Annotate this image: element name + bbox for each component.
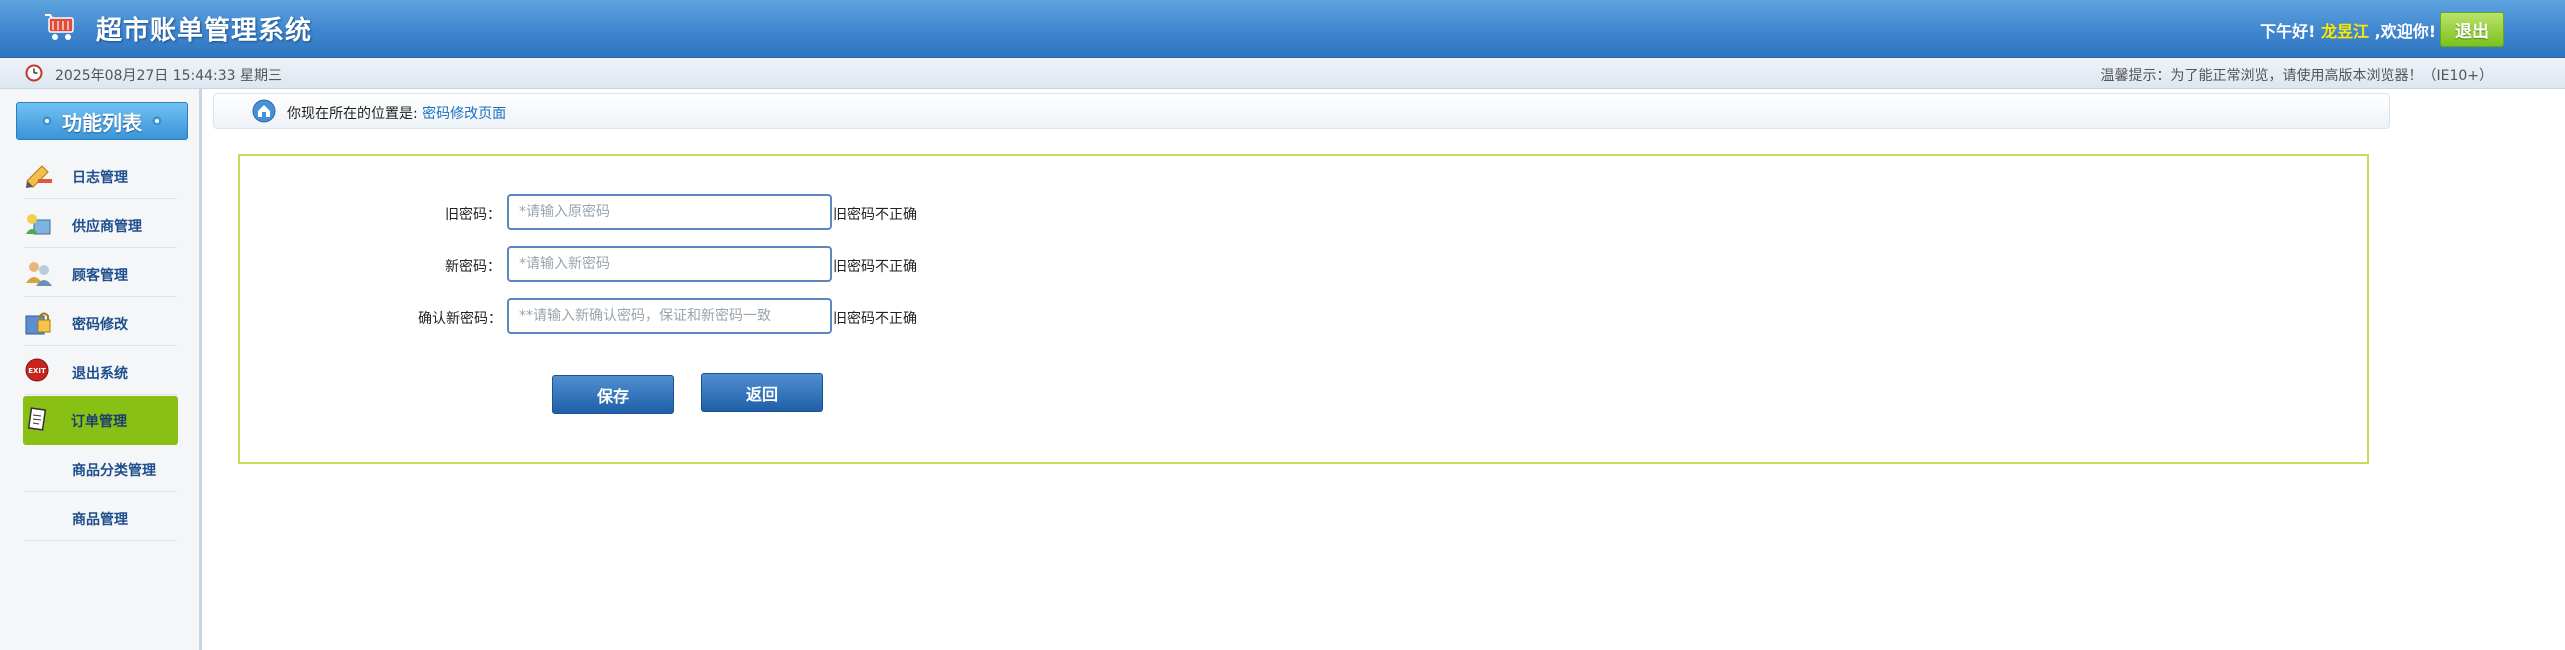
browser-tip: 温馨提示：为了能正常浏览，请使用高版本浏览器！（IE10+） xyxy=(2100,68,2493,84)
new-password-label: 新密码： xyxy=(445,259,501,275)
greeting: 下午好! 龙昱江 ,欢迎你! xyxy=(2260,18,2436,42)
new-password-error: 旧密码不正确 xyxy=(833,259,917,275)
sidebar-item-products[interactable]: 商品管理 xyxy=(24,494,177,541)
datetime-text: 2025年08月27日 15:44:33 星期三 xyxy=(55,68,283,84)
breadcrumb: 你现在所在的位置是: 密码修改页面 xyxy=(213,93,2390,129)
sidebar-item-categories[interactable]: 商品分类管理 xyxy=(24,445,177,492)
clock-icon xyxy=(25,64,43,82)
sidebar-item-label: 顾客管理 xyxy=(72,268,128,284)
sidebar-item-customers[interactable]: 顾客管理 xyxy=(24,250,177,297)
old-password-input[interactable] xyxy=(507,194,832,230)
sidebar-title-label: 功能列表 xyxy=(62,110,142,135)
sidebar-item-logs[interactable]: 日志管理 xyxy=(24,152,177,199)
password-form: 旧密码： 旧密码不正确 新密码： 旧密码不正确 确认新密码： 旧密码不正确 保存… xyxy=(238,154,2369,464)
back-button[interactable]: 返回 xyxy=(701,373,823,412)
new-password-input[interactable] xyxy=(507,246,832,282)
svg-text:EXIT: EXIT xyxy=(28,367,46,375)
password-icon xyxy=(25,312,51,335)
breadcrumb-prefix: 你现在所在的位置是: xyxy=(287,106,423,122)
sidebar-item-label: 密码修改 xyxy=(72,317,128,333)
top-header: 超市账单管理系统 下午好! 龙昱江 ,欢迎你! 退出 xyxy=(0,0,2565,58)
logout-button[interactable]: 退出 xyxy=(2440,12,2504,47)
supplier-icon xyxy=(26,214,51,235)
status-bar: 2025年08月27日 15:44:33 星期三 温馨提示：为了能正常浏览，请使… xyxy=(0,58,2565,89)
app-title: 超市账单管理系统 xyxy=(96,16,313,46)
breadcrumb-text: 你现在所在的位置是: 密码修改页面 xyxy=(287,103,506,123)
order-icon xyxy=(27,407,47,431)
sidebar-item-label: 日志管理 xyxy=(72,170,128,186)
confirm-password-input[interactable] xyxy=(507,298,832,334)
old-password-error: 旧密码不正确 xyxy=(833,207,917,223)
sidebar-item-label: 商品分类管理 xyxy=(72,463,156,479)
sidebar-item-label: 商品管理 xyxy=(72,512,128,528)
customer-icon xyxy=(26,262,52,286)
old-password-row: 旧密码： 旧密码不正确 xyxy=(240,194,1040,232)
sidebar-item-suppliers[interactable]: 供应商管理 xyxy=(24,201,177,248)
new-password-row: 新密码： 旧密码不正确 xyxy=(240,246,1040,284)
sidebar-item-label: 供应商管理 xyxy=(72,219,142,235)
confirm-password-row: 确认新密码： 旧密码不正确 xyxy=(240,298,1040,336)
save-button[interactable]: 保存 xyxy=(552,375,674,414)
greeting-suffix: ,欢迎你! xyxy=(2369,22,2436,41)
shopping-cart-icon xyxy=(45,14,74,40)
sidebar-title: 功能列表 xyxy=(16,102,188,140)
sidebar: 功能列表 日志管理 供应商管理 顾客管理 密码修改 EXIT 退出系统 订单管理… xyxy=(0,89,202,650)
greeting-prefix: 下午好! xyxy=(2260,22,2322,41)
exit-icon: EXIT xyxy=(25,358,49,382)
bullet-icon xyxy=(152,116,162,126)
bullet-icon xyxy=(42,116,52,126)
breadcrumb-current-link[interactable]: 密码修改页面 xyxy=(422,106,506,122)
confirm-password-label: 确认新密码： xyxy=(418,311,502,327)
sidebar-item-exit[interactable]: EXIT 退出系统 xyxy=(24,348,177,395)
home-icon xyxy=(252,99,276,123)
sidebar-item-orders[interactable]: 订单管理 xyxy=(23,396,178,445)
log-icon xyxy=(26,165,52,188)
confirm-password-error: 旧密码不正确 xyxy=(833,311,917,327)
old-password-label: 旧密码： xyxy=(445,207,501,223)
username: 龙昱江 xyxy=(2321,22,2370,41)
sidebar-item-label: 退出系统 xyxy=(72,366,128,382)
sidebar-item-label: 订单管理 xyxy=(71,414,127,430)
sidebar-item-password[interactable]: 密码修改 xyxy=(24,299,177,346)
